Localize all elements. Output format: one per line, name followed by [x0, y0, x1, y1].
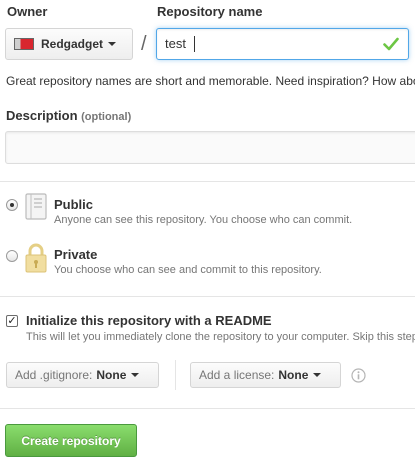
create-repository-button[interactable]: Create repository: [5, 424, 137, 457]
description-label: Description (optional): [6, 108, 131, 123]
description-input[interactable]: [5, 131, 415, 164]
text-cursor: [194, 36, 195, 52]
owner-dropdown[interactable]: Redgadget: [5, 28, 133, 60]
private-option-description: You choose who can see and commit to thi…: [54, 264, 322, 276]
license-prefix: Add a license:: [199, 368, 275, 382]
check-icon: [383, 37, 399, 51]
gitignore-value: None: [96, 368, 127, 382]
dropdown-separator: [175, 360, 176, 390]
padlock-icon: [25, 243, 47, 273]
gitignore-dropdown[interactable]: Add .gitignore: None: [6, 362, 159, 388]
owner-label: Owner: [7, 4, 48, 19]
repo-book-icon: [25, 193, 47, 220]
public-radio[interactable]: [6, 199, 18, 211]
info-icon[interactable]: [351, 368, 366, 383]
readme-label[interactable]: Initialize this repository with a README: [26, 313, 272, 328]
owner-avatar: [14, 38, 34, 50]
chevron-down-icon: [313, 373, 322, 377]
description-optional-note: (optional): [81, 111, 132, 123]
owner-name: Redgadget: [41, 37, 104, 51]
private-option-title[interactable]: Private: [54, 247, 97, 262]
repository-name-label: Repository name: [157, 4, 263, 19]
divider: [0, 181, 415, 182]
divider: [0, 408, 415, 409]
chevron-down-icon: [108, 42, 117, 46]
public-option-description: Anyone can see this repository. You choo…: [54, 214, 353, 226]
owner-repo-separator: /: [141, 33, 147, 55]
new-repository-form: Owner Repository name Redgadget / test G…: [0, 0, 415, 462]
divider: [0, 296, 415, 297]
description-label-text: Description: [6, 108, 78, 123]
readme-checkbox[interactable]: ✓: [6, 315, 18, 327]
chevron-down-icon: [131, 373, 140, 377]
readme-description: This will let you immediately clone the …: [26, 331, 415, 343]
repository-name-value: test: [165, 36, 186, 51]
private-radio[interactable]: [6, 250, 18, 262]
public-option-title[interactable]: Public: [54, 197, 93, 212]
license-dropdown[interactable]: Add a license: None: [190, 362, 341, 388]
repository-name-hint: Great repository names are short and mem…: [6, 74, 415, 88]
gitignore-prefix: Add .gitignore:: [15, 368, 93, 382]
repository-name-field[interactable]: test: [156, 28, 409, 60]
license-value: None: [278, 368, 309, 382]
